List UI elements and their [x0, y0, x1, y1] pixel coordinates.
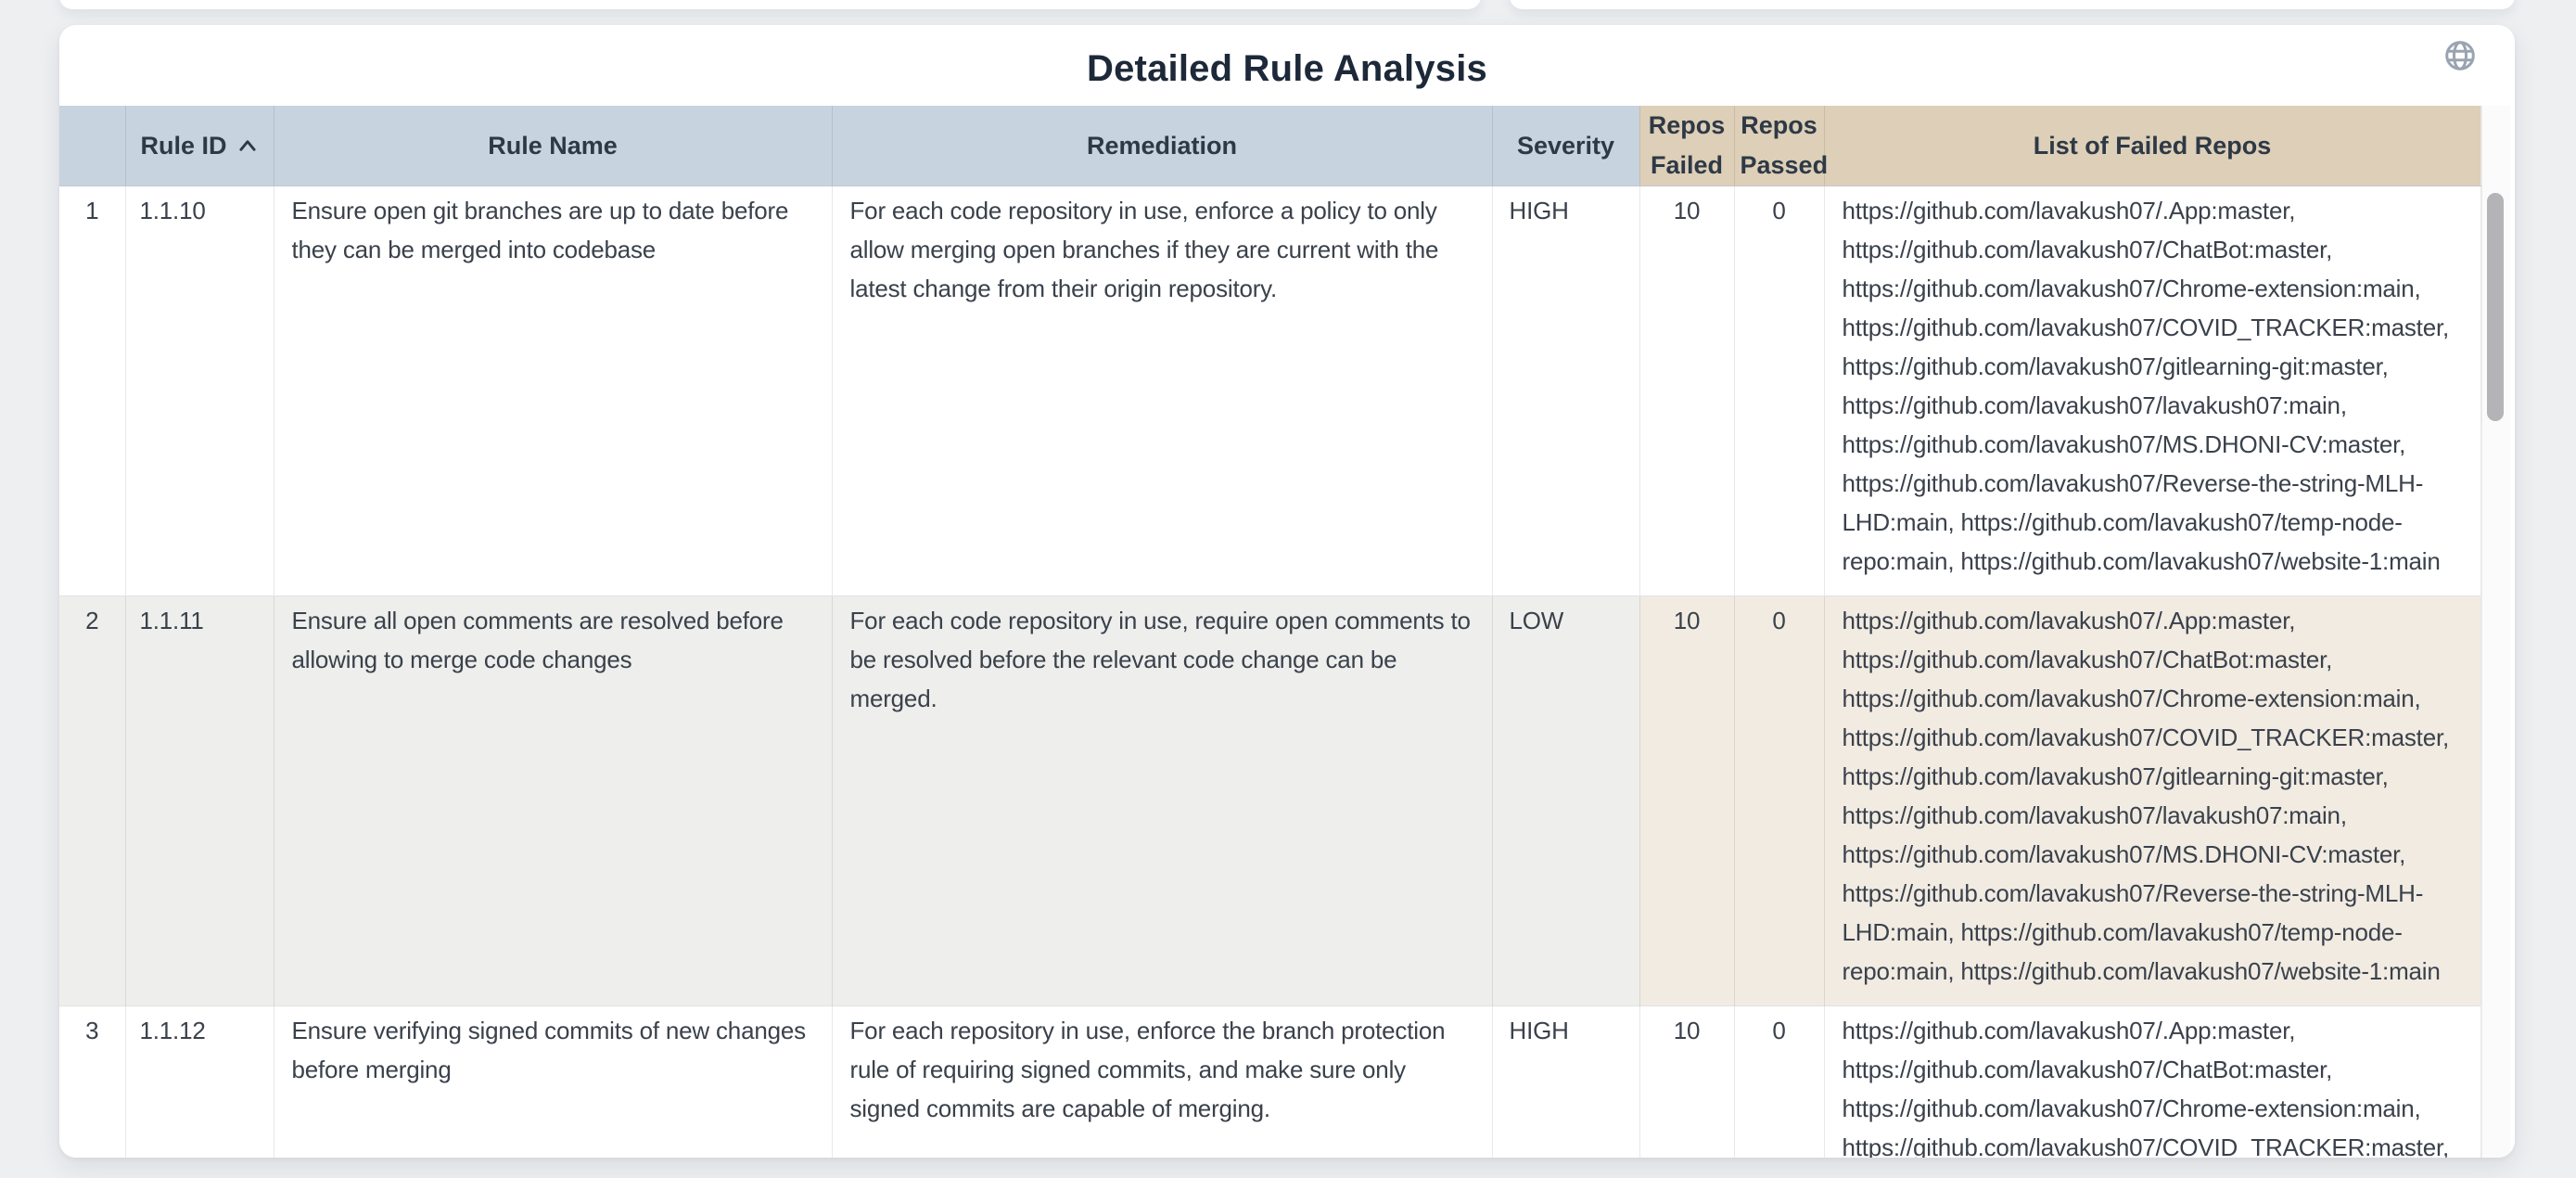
row-index-cell: 2 — [59, 596, 125, 1006]
table-body: 1 1.1.10 Ensure open git branches are up… — [59, 186, 2480, 1159]
header-rule-id[interactable]: Rule ID — [125, 106, 274, 186]
rule-name-cell: Ensure all open comments are resolved be… — [274, 596, 832, 1006]
header-repos-failed[interactable]: Repos Failed — [1639, 106, 1734, 186]
repos-passed-cell: 0 — [1734, 186, 1824, 596]
failed-repos-list-cell: https://github.com/lavakush07/.App:maste… — [1824, 1006, 2480, 1159]
globe-icon[interactable] — [2442, 38, 2478, 73]
vertical-scrollbar-track[interactable] — [2481, 106, 2510, 1158]
header-severity[interactable]: Severity — [1492, 106, 1639, 186]
repos-failed-cell: 10 — [1639, 186, 1734, 596]
severity-cell: LOW — [1492, 596, 1639, 1006]
header-rule-name[interactable]: Rule Name — [274, 106, 832, 186]
remediation-cell: For each code repository in use, require… — [832, 596, 1492, 1006]
failed-repos-list-cell: https://github.com/lavakush07/.App:maste… — [1824, 596, 2480, 1006]
repos-failed-cell: 10 — [1639, 596, 1734, 1006]
repos-passed-cell: 0 — [1734, 596, 1824, 1006]
top-card-left — [59, 0, 1481, 9]
table-row: 1 1.1.10 Ensure open git branches are up… — [59, 186, 2480, 596]
rule-table-viewport: Rule ID Rule Name Remediation Severity R… — [59, 106, 2515, 1158]
rule-id-cell: 1.1.10 — [125, 186, 274, 596]
failed-repos-list-cell: https://github.com/lavakush07/.App:maste… — [1824, 186, 2480, 596]
header-index — [59, 106, 125, 186]
remediation-cell: For each code repository in use, enforce… — [832, 186, 1492, 596]
sort-ascending-icon — [236, 136, 259, 155]
table-row: 2 1.1.11 Ensure all open comments are re… — [59, 596, 2480, 1006]
row-index-cell: 1 — [59, 186, 125, 596]
detailed-rule-analysis-card: Detailed Rule Analysis Rule ID — [59, 25, 2515, 1158]
rule-name-cell: Ensure open git branches are up to date … — [274, 186, 832, 596]
rule-name-cell: Ensure verifying signed commits of new c… — [274, 1006, 832, 1159]
header-failed-repos-list[interactable]: List of Failed Repos — [1824, 106, 2480, 186]
row-index-cell: 3 — [59, 1006, 125, 1159]
header-repos-passed[interactable]: Repos Passed — [1734, 106, 1824, 186]
remediation-cell: For each repository in use, enforce the … — [832, 1006, 1492, 1159]
vertical-scrollbar-thumb[interactable] — [2487, 193, 2504, 421]
table-header-row: Rule ID Rule Name Remediation Severity R… — [59, 106, 2480, 186]
table-row: 3 1.1.12 Ensure verifying signed commits… — [59, 1006, 2480, 1159]
rule-id-cell: 1.1.11 — [125, 596, 274, 1006]
header-rule-id-label: Rule ID — [140, 126, 226, 166]
top-card-right — [1510, 0, 2515, 9]
severity-cell: HIGH — [1492, 1006, 1639, 1159]
header-remediation[interactable]: Remediation — [832, 106, 1492, 186]
rule-id-cell: 1.1.12 — [125, 1006, 274, 1159]
card-header: Detailed Rule Analysis — [59, 25, 2515, 106]
rule-analysis-table: Rule ID Rule Name Remediation Severity R… — [59, 106, 2481, 1158]
severity-cell: HIGH — [1492, 186, 1639, 596]
repos-passed-cell: 0 — [1734, 1006, 1824, 1159]
repos-failed-cell: 10 — [1639, 1006, 1734, 1159]
page-title: Detailed Rule Analysis — [59, 25, 2515, 112]
